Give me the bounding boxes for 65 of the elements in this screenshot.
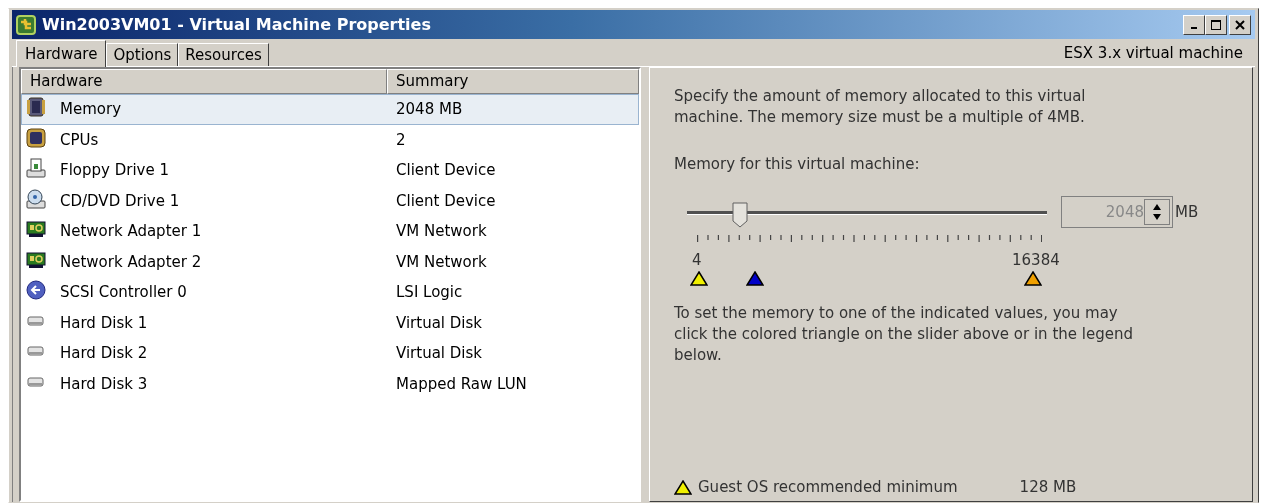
minimize-button[interactable] [1183, 14, 1205, 35]
hardware-summary: Client Device [396, 191, 497, 210]
hardware-name: Network Adapter 1 [60, 222, 203, 241]
app-logo-icon [16, 14, 36, 35]
cpu-chip-icon [26, 127, 46, 148]
network-card-icon [26, 219, 46, 240]
hardware-summary: LSI Logic [396, 283, 464, 302]
hardware-summary: VM Network [396, 222, 488, 241]
min-value-label: 4 [692, 251, 702, 269]
hardware-row[interactable]: CPUs 2 [21, 124, 639, 155]
hardware-summary: Virtual Disk [396, 344, 483, 363]
triangle-marker[interactable] [745, 271, 764, 286]
network-card-icon [26, 249, 46, 270]
memory-slider[interactable] [687, 202, 1047, 229]
hardware-name: CD/DVD Drive 1 [60, 191, 181, 210]
hardware-row[interactable]: Memory 2048 MB [21, 94, 639, 125]
hardware-row[interactable]: Floppy Drive 1 Client Device [21, 155, 639, 186]
max-value-label: 16384 [1012, 251, 1060, 269]
hardware-row[interactable]: Hard Disk 1 Virtual Disk [21, 307, 639, 338]
window-title: Win2003VM01 - Virtual Machine Properties [42, 15, 432, 34]
machine-version-label: ESX 3.x virtual machine [1063, 44, 1244, 64]
hardware-name: Floppy Drive 1 [60, 161, 170, 180]
hardware-name: CPUs [60, 130, 100, 149]
triangle-marker[interactable] [674, 479, 692, 495]
hardware-name: Memory [60, 100, 122, 119]
hardware-name: Network Adapter 2 [60, 252, 203, 271]
hardware-row[interactable]: Network Adapter 2 VM Network [21, 246, 639, 277]
close-icon [1235, 19, 1245, 30]
hardware-row[interactable]: Network Adapter 1 VM Network [21, 216, 639, 247]
hardware-summary: 2 [396, 130, 407, 149]
triangle-marker[interactable] [1024, 271, 1042, 286]
close-button[interactable] [1229, 14, 1251, 35]
hardware-name: Hard Disk 1 [60, 313, 149, 332]
tab[interactable]: Resources [178, 43, 269, 66]
column-header[interactable]: Summary [387, 69, 639, 94]
hardware-row[interactable]: Hard Disk 3 Mapped Raw LUN [21, 368, 639, 399]
hardware-row[interactable]: CD/DVD Drive 1 Client Device [21, 185, 639, 216]
maximize-icon [1211, 19, 1221, 30]
hardware-row[interactable]: Hard Disk 2 Virtual Disk [21, 338, 639, 369]
hardware-name: SCSI Controller 0 [60, 283, 188, 302]
cd-drive-icon [26, 188, 46, 209]
maximize-button[interactable] [1205, 14, 1227, 35]
hint-text: To set the memory to one of the indicated values, you may click the colored triangle on the slider above or in the legend below. [674, 303, 1134, 366]
hardware-name: Hard Disk 3 [60, 374, 149, 393]
memory-description: Specify the amount of memory allocated to this virtual machine. The memory size must be a multiple of 4MB. [674, 86, 1087, 128]
unit-label: MB [1175, 203, 1199, 221]
tab[interactable]: Hardware [16, 40, 107, 67]
tab[interactable]: Options [106, 43, 179, 66]
memory-chip-icon [26, 97, 46, 118]
minimize-icon [1191, 26, 1197, 29]
slider-thumb[interactable] [731, 202, 748, 228]
hardware-summary: Virtual Disk [396, 313, 483, 332]
hardware-summary: VM Network [396, 252, 488, 271]
column-header[interactable]: Hardware [21, 69, 387, 94]
slider-label: Memory for this virtual machine: [674, 154, 921, 175]
triangle-marker[interactable] [690, 271, 708, 286]
hardware-row[interactable]: SCSI Controller 0 LSI Logic [21, 277, 639, 308]
legend-value: 128 MB [1019, 478, 1077, 496]
hardware-summary: Client Device [396, 161, 497, 180]
hardware-summary: 2048 MB [396, 100, 464, 119]
floppy-drive-icon [26, 158, 46, 179]
arrow-circle-icon [26, 280, 46, 301]
legend-label: Guest OS recommended minimum [698, 478, 958, 496]
hardware-summary: Mapped Raw LUN [396, 374, 528, 393]
hardware-name: Hard Disk 2 [60, 344, 149, 363]
